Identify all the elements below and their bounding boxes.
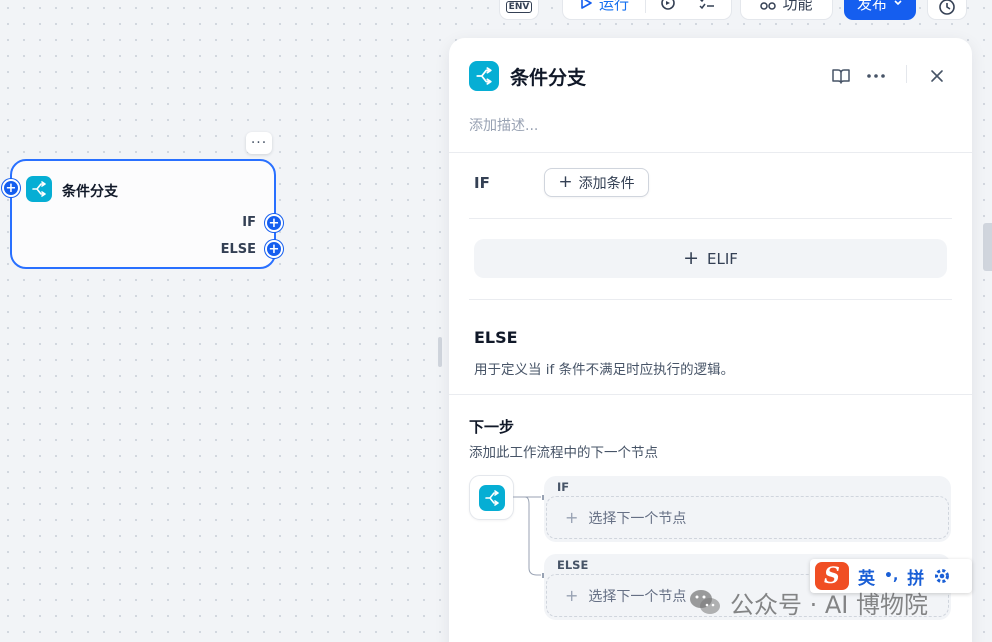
divider	[449, 152, 972, 153]
source-node	[469, 475, 514, 520]
if-label: IF	[474, 174, 490, 192]
env-label: ENV	[505, 1, 533, 13]
plus-icon: +	[565, 586, 579, 605]
watermark-text: 公众号 · AI 博物院	[730, 590, 929, 619]
run-button-group[interactable]: 运行	[562, 0, 732, 20]
run-label: 运行	[599, 0, 630, 13]
gear-icon[interactable]	[933, 567, 951, 585]
publish-button[interactable]: 发布	[844, 0, 916, 20]
branch-connector	[513, 495, 545, 578]
node-port-else: ELSE	[220, 242, 256, 257]
history-button[interactable]	[927, 0, 967, 20]
plus-icon: +	[268, 241, 280, 257]
header-divider	[906, 65, 907, 83]
clock-icon	[939, 0, 955, 15]
panel-title: 条件分支	[510, 67, 587, 89]
divider	[449, 394, 972, 395]
next-step-description: 添加此工作流程中的下一个节点	[469, 445, 658, 461]
panel-resize-handle[interactable]	[438, 337, 442, 367]
description-input[interactable]: 添加描述...	[469, 115, 538, 135]
book-open-icon[interactable]	[829, 64, 853, 88]
node-title: 条件分支	[62, 184, 118, 200]
else-description: 用于定义当 if 条件不满足时应执行的逻辑。	[474, 362, 735, 378]
node-more-button[interactable]: ···	[246, 132, 272, 154]
functions-label: 功能	[782, 0, 813, 13]
wechat-icon	[688, 587, 722, 617]
functions-button[interactable]: 功能	[740, 0, 833, 20]
plus-icon: +	[558, 172, 573, 192]
checklist-icon[interactable]	[698, 0, 716, 12]
branch-label: IF	[557, 480, 570, 494]
condition-branch-node[interactable]: 条件分支 IF ELSE	[10, 159, 276, 269]
play-icon	[581, 0, 592, 9]
node-port-if: IF	[242, 215, 256, 230]
add-condition-label: 添加条件	[578, 175, 635, 192]
node-if-handle[interactable]: +	[265, 214, 283, 232]
branch-icon	[26, 176, 52, 202]
node-menu-dots: ···	[250, 135, 268, 151]
divider	[469, 299, 952, 300]
publish-label: 发布	[856, 0, 887, 13]
branch-label: ELSE	[557, 558, 589, 572]
watermark: 公众号 · AI 博物院	[688, 584, 928, 620]
close-icon[interactable]	[925, 64, 949, 88]
grid-icon	[760, 2, 777, 10]
ime-punct-toggle[interactable]: •,	[884, 568, 898, 584]
branch-icon	[469, 61, 499, 91]
node-input-handle[interactable]: +	[2, 179, 20, 197]
toolbar-divider	[645, 0, 647, 13]
plus-icon: +	[683, 247, 700, 269]
more-horizontal-icon[interactable]	[864, 64, 888, 88]
scrollbar-thumb[interactable]	[983, 223, 992, 271]
slot-label: 选择下一个节点	[588, 510, 687, 527]
plus-icon: +	[5, 180, 17, 196]
plus-icon: +	[565, 508, 579, 527]
else-title: ELSE	[474, 328, 518, 347]
select-next-node-button[interactable]: + 选择下一个节点	[546, 496, 949, 539]
branch-icon	[478, 484, 505, 511]
next-step-title: 下一步	[469, 418, 515, 436]
node-else-handle[interactable]: +	[265, 240, 283, 258]
elif-label: ELIF	[707, 249, 738, 268]
divider	[469, 218, 952, 219]
env-button[interactable]: ENV	[499, 0, 539, 20]
add-elif-button[interactable]: + ELIF	[474, 239, 947, 278]
checklist-run-icon[interactable]	[660, 0, 678, 12]
chevron-down-icon	[894, 0, 902, 6]
slot-label: 选择下一个节点	[588, 588, 687, 605]
next-branch-if: IF + 选择下一个节点	[544, 476, 951, 542]
node-config-panel: 条件分支 添加描述... IF + 添加条件 + ELIF ELSE 用于定义当…	[449, 38, 972, 642]
add-condition-button[interactable]: + 添加条件	[544, 168, 649, 197]
plus-icon: +	[268, 215, 280, 231]
